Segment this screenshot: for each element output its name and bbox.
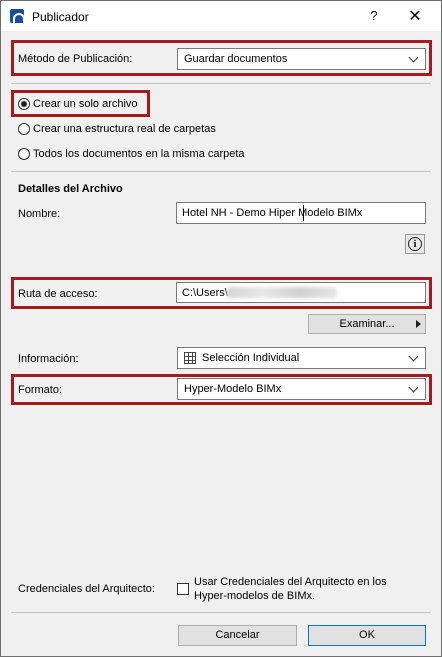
- browse-button-label: Examinar...: [339, 318, 395, 330]
- information-select[interactable]: Selección Individual: [177, 347, 426, 369]
- radio-folder-structure-label: Crear una estructura real de carpetas: [33, 123, 216, 135]
- grid-icon: [184, 352, 196, 364]
- format-select[interactable]: Hyper-Modelo BIMx: [177, 378, 426, 400]
- path-value: C:\Users\: [182, 287, 228, 299]
- name-value-part1: Hotel NH - Demo Hiper: [182, 207, 299, 219]
- ok-button-label: OK: [359, 629, 375, 641]
- credentials-checkbox-line2: Hyper-modelos de BIMx.: [194, 590, 316, 602]
- credentials-label: Credenciales del Arquitecto:: [18, 583, 155, 595]
- divider: [11, 171, 431, 172]
- window-title: Publicador: [32, 10, 89, 24]
- file-details-heading: Detalles del Archivo: [18, 183, 123, 195]
- format-value: Hyper-Modelo BIMx: [184, 383, 282, 395]
- name-label: Nombre:: [18, 208, 61, 220]
- play-arrow-icon: [416, 320, 421, 328]
- divider: [11, 612, 431, 613]
- close-button[interactable]: ✕: [407, 6, 423, 26]
- credentials-checkbox[interactable]: [177, 583, 189, 595]
- title-bar: Publicador ? ✕: [1, 1, 441, 31]
- format-label: Formato:: [18, 384, 63, 396]
- info-icon: i: [408, 237, 422, 251]
- name-value-part2: Modelo BIMx: [298, 207, 363, 219]
- publish-method-value: Guardar documentos: [184, 53, 288, 65]
- publisher-dialog: Publicador ? ✕ Método de Publicación: Gu…: [0, 0, 442, 657]
- ok-button[interactable]: OK: [308, 625, 426, 646]
- radio-folder-structure[interactable]: [18, 123, 30, 135]
- help-button[interactable]: ?: [367, 8, 381, 23]
- information-label: Información:: [18, 353, 79, 365]
- name-value: Hotel NH - Demo Hiper Modelo BIMx: [182, 207, 362, 219]
- radio-same-folder-label: Todos los documentos en la misma carpeta: [33, 148, 245, 160]
- information-value: Selección Individual: [202, 352, 300, 364]
- radio-same-folder[interactable]: [18, 148, 30, 160]
- archicad-app-icon: [10, 9, 25, 23]
- chevron-down-icon: [408, 351, 419, 362]
- path-input[interactable]: C:\Users\: [176, 282, 426, 303]
- info-button[interactable]: i: [405, 234, 425, 254]
- chevron-down-icon: [408, 52, 419, 63]
- cancel-button[interactable]: Cancelar: [178, 625, 297, 646]
- credentials-checkbox-line1: Usar Credenciales del Arquitecto en los: [194, 576, 387, 588]
- browse-button[interactable]: Examinar...: [308, 314, 426, 334]
- redacted-path: [227, 287, 337, 298]
- name-input[interactable]: Hotel NH - Demo Hiper Modelo BIMx: [176, 202, 426, 224]
- divider: [11, 83, 431, 84]
- cancel-button-label: Cancelar: [215, 629, 260, 641]
- text-caret: [303, 205, 304, 221]
- radio-single-file[interactable]: [18, 98, 30, 110]
- publish-method-label: Método de Publicación:: [18, 53, 133, 65]
- path-label: Ruta de acceso:: [18, 288, 98, 300]
- publish-method-select[interactable]: Guardar documentos: [177, 48, 426, 70]
- radio-single-file-label: Crear un solo archivo: [33, 98, 138, 110]
- chevron-down-icon: [408, 382, 419, 393]
